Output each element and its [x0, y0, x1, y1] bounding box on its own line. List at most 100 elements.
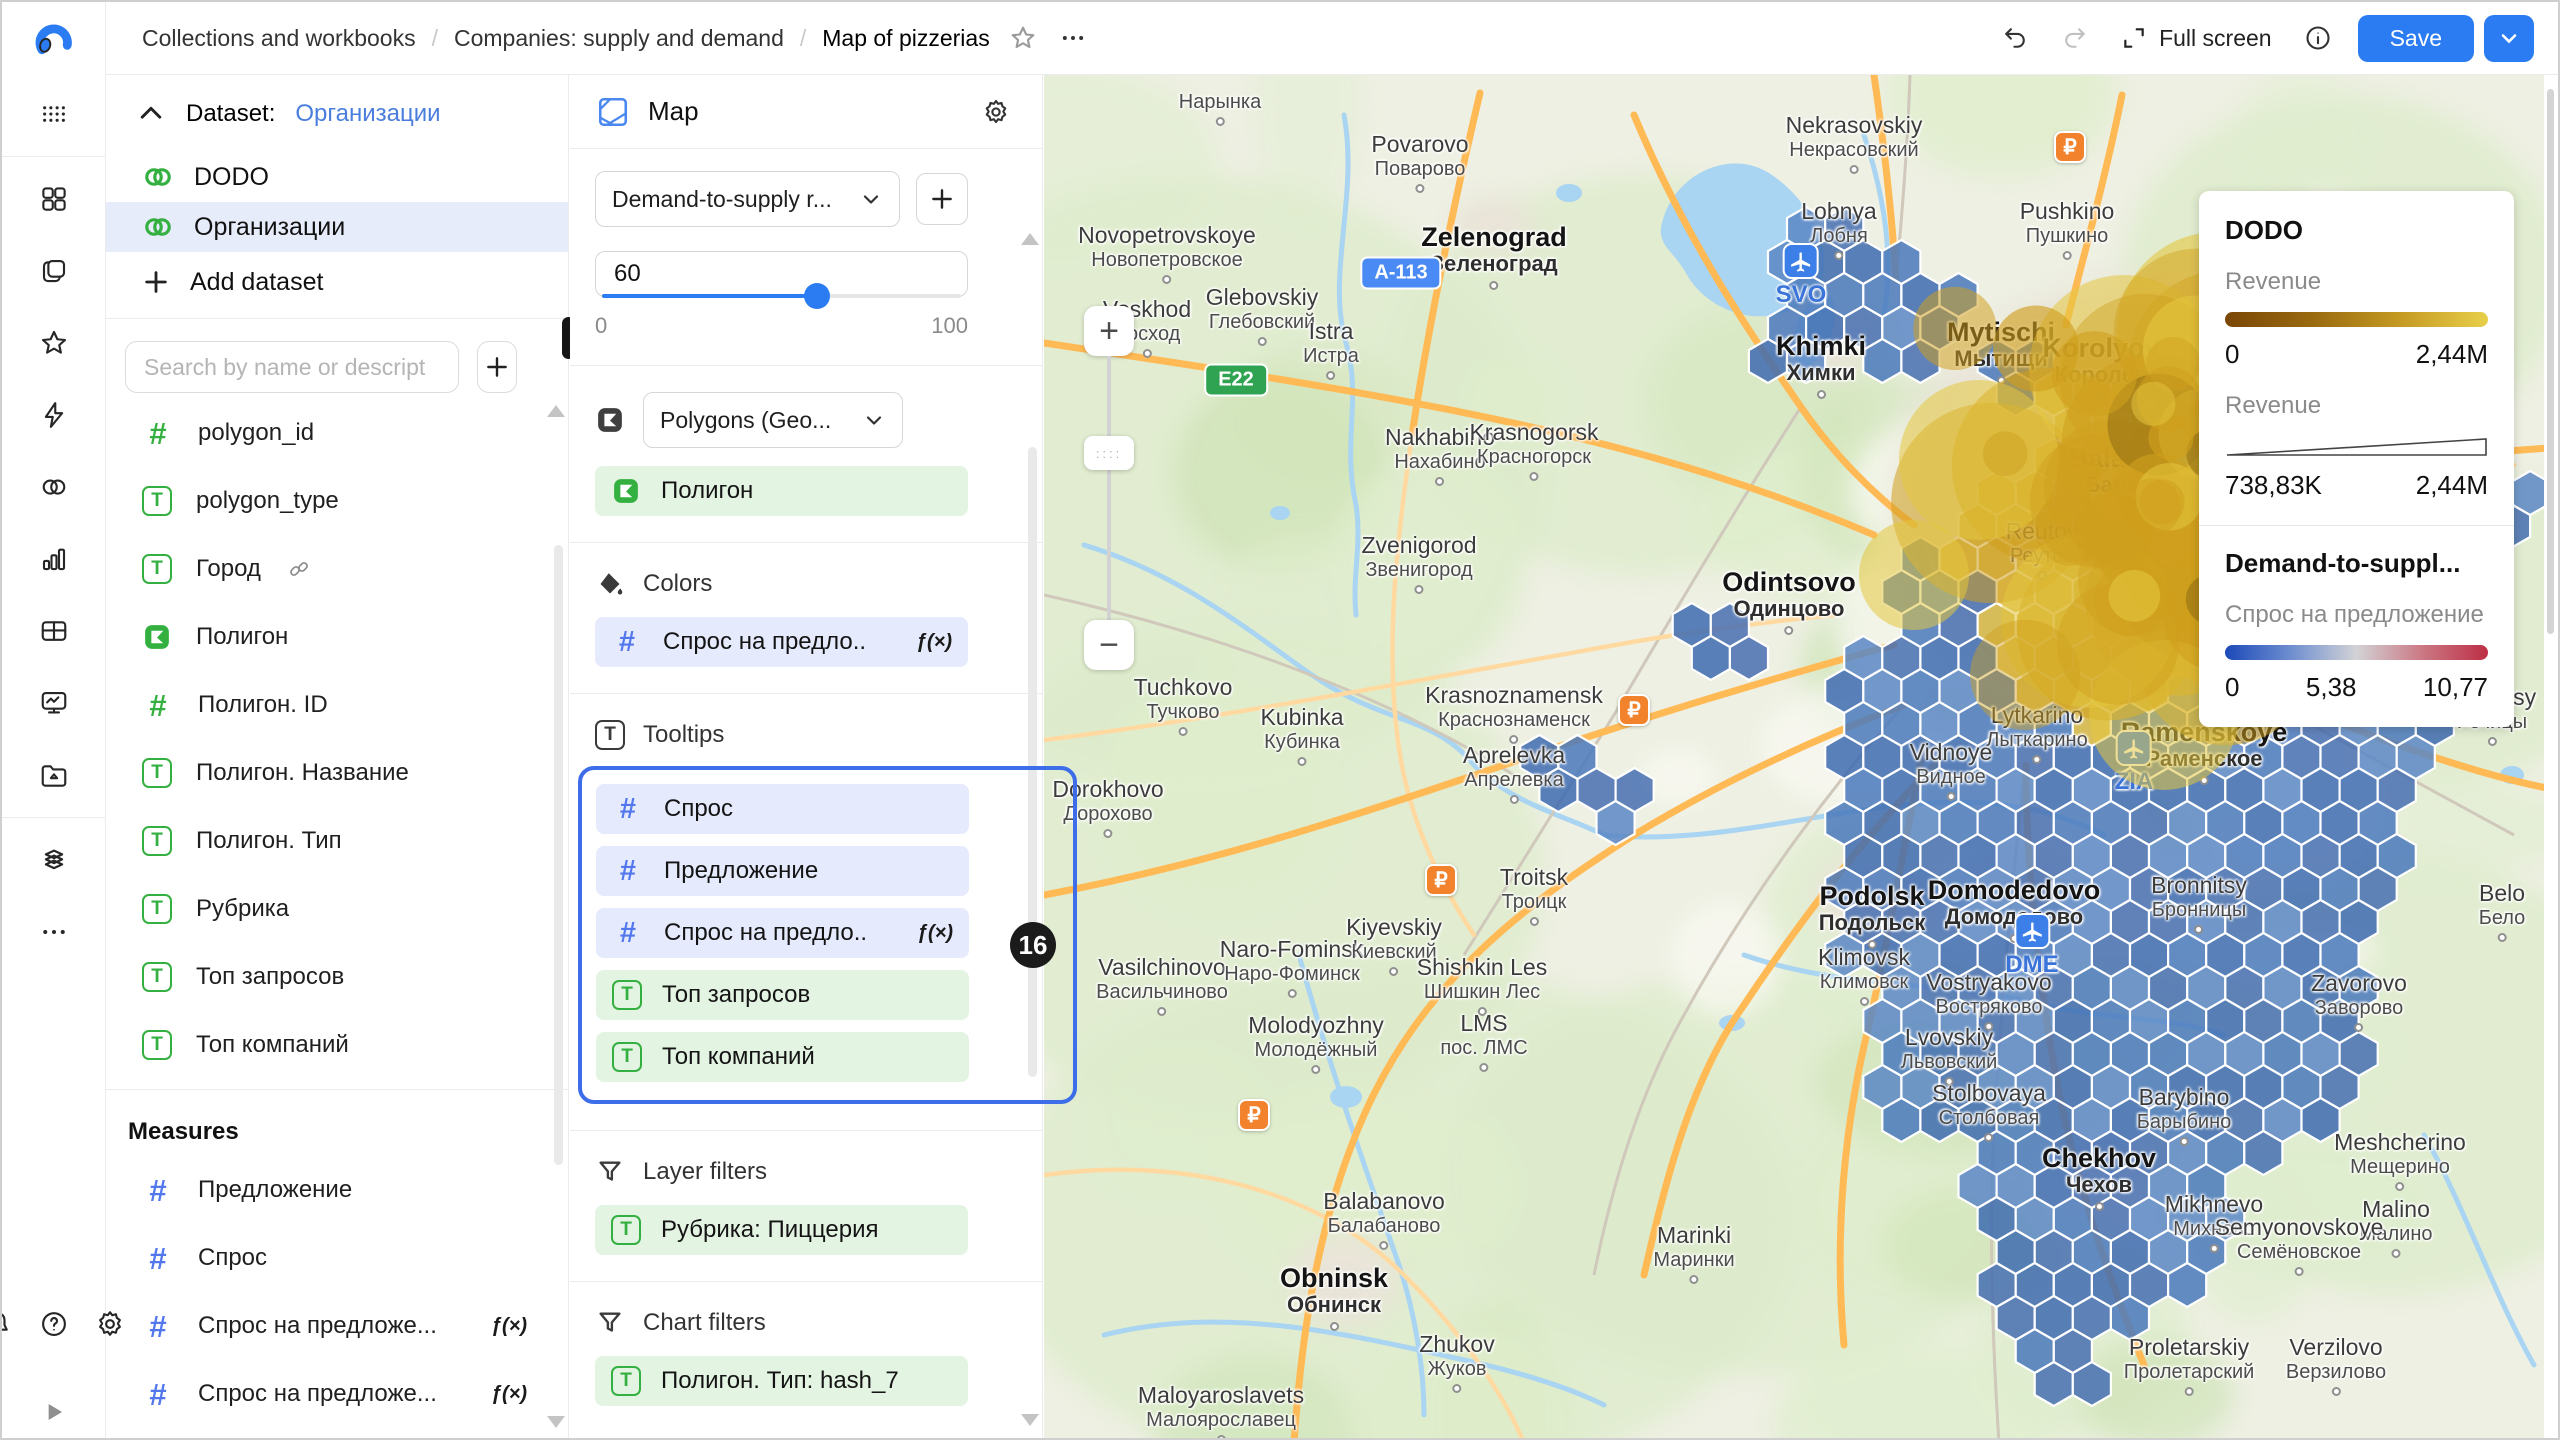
collapse-dataset-icon[interactable] [136, 99, 166, 129]
sidebar-item-more-ellipsis[interactable] [26, 904, 82, 960]
chart-filter-pill[interactable]: T Полигон. Тип: hash_7 [595, 1356, 968, 1406]
dataset-field-row[interactable]: TПолигон. Название [106, 739, 568, 807]
save-options-button[interactable] [2484, 15, 2534, 62]
breadcrumb-item[interactable]: Collections and workbooks [142, 25, 416, 52]
undo-icon[interactable] [1995, 18, 2035, 58]
dataset-measure-row[interactable]: #Спрос на предложе...ƒ(×) [106, 1360, 568, 1428]
revenue-bubble[interactable] [2083, 520, 2127, 564]
layer-filter-pill[interactable]: T Рубрика: Пиццерия [595, 1205, 968, 1255]
scroll-up-icon[interactable] [547, 405, 565, 417]
zoom-in-button[interactable]: + [1084, 306, 1134, 356]
dataset-field-row[interactable]: TТоп компаний [106, 1011, 568, 1079]
sidebar-item-datasets-circles[interactable] [26, 459, 82, 515]
geotype-value: Polygons (Geo... [660, 407, 831, 434]
layer-opacity-control[interactable]: 60 [595, 251, 968, 297]
fullscreen-button[interactable]: Full screen [2121, 25, 2271, 52]
dataset-link[interactable]: Организации [295, 100, 440, 128]
sidebar-item-all-services[interactable] [26, 86, 82, 142]
dataset-field-row[interactable]: TГород [106, 535, 568, 603]
tooltip-field-pill[interactable]: TТоп запросов [596, 970, 969, 1020]
sidebar-item-collections-grid[interactable] [26, 171, 82, 227]
dataset-field-row[interactable]: Полигон [106, 603, 568, 671]
sidebar-item-workbooks-copy[interactable] [26, 243, 82, 299]
add-field-button[interactable] [477, 341, 517, 393]
gear-icon[interactable] [976, 92, 1016, 132]
dataset-scrollbar[interactable] [554, 545, 563, 1165]
scroll-down-icon[interactable] [1021, 1414, 1039, 1426]
datalens-logo[interactable] [26, 14, 82, 70]
dataset-field-row[interactable]: #Полигон. ID [106, 671, 568, 739]
plus-icon [484, 354, 510, 380]
scroll-down-icon[interactable] [547, 1416, 565, 1428]
revenue-bubble[interactable] [2131, 382, 2175, 426]
tooltip-field-pill[interactable]: #Спрос [596, 784, 969, 834]
dataset-measure-row[interactable]: #Спрос на предложе...ƒ(×) [106, 1292, 568, 1360]
breadcrumb-item[interactable]: Companies: supply and demand [454, 25, 784, 52]
sidebar-item-notifications-bell[interactable] [0, 1296, 26, 1352]
expand-icon [2121, 25, 2147, 51]
dataset-item[interactable]: DODO [106, 152, 568, 202]
sidebar-item-dashboards-monitor[interactable] [26, 675, 82, 731]
revenue-bubble[interactable] [1983, 431, 2028, 476]
sidebar-item-help-question[interactable] [26, 1296, 82, 1352]
redo-icon[interactable] [2055, 18, 2095, 58]
dataset-measure-row[interactable]: #Предложение [106, 1156, 568, 1224]
dataset-field-row[interactable]: TРубрика [106, 875, 568, 943]
sidebar-item-favorites-star[interactable] [26, 315, 82, 371]
field-name: Рубрика: Пиццерия [661, 1216, 878, 1244]
geotype-select[interactable]: Polygons (Geo... [643, 392, 903, 448]
dataset-field-row[interactable]: TПолигон. Тип [106, 807, 568, 875]
measure-icon: # [142, 1379, 174, 1410]
field-name: Спрос на предложе... [198, 1380, 437, 1408]
legend-color-min: 0 [2225, 339, 2239, 370]
add-layer-button[interactable] [916, 173, 968, 225]
map-canvas[interactable]: НарынкаPovarovoПоваровоZelenogradЗеленог… [1044, 75, 2544, 1438]
sidebar-item-quick-lightning[interactable] [26, 387, 82, 443]
sidebar-item-charts-bars[interactable] [26, 531, 82, 587]
revenue-bubble[interactable] [2140, 479, 2185, 524]
measures-heading: Measures [106, 1090, 568, 1156]
add-dataset-button[interactable]: Add dataset [106, 256, 568, 308]
page-scrollbar[interactable] [2544, 75, 2558, 1438]
info-icon[interactable] [2298, 18, 2338, 58]
sidebar-item-stack-3d[interactable] [26, 832, 82, 888]
revenue-bubble[interactable] [1970, 620, 2080, 730]
dataset-field-row[interactable]: Tpolygon_type [106, 467, 568, 535]
dataset-measure-row[interactable]: #Спрос [106, 1224, 568, 1292]
more-options-icon[interactable] [1056, 21, 1090, 55]
revenue-bubble[interactable] [2109, 570, 2161, 622]
opacity-value: 60 [614, 260, 641, 288]
sidebar-item-gallery-folder[interactable] [26, 747, 82, 803]
step-badge: 16 [1010, 922, 1056, 968]
dataset-field-row[interactable]: #polygon_id [106, 399, 568, 467]
zoom-out-button[interactable]: − [1084, 620, 1134, 670]
chevron-down-icon [862, 408, 886, 432]
scroll-up-icon[interactable] [1021, 233, 1039, 245]
sidebar-item-tables-grid[interactable] [26, 603, 82, 659]
zoom-track[interactable] [1107, 356, 1111, 620]
dataset-item[interactable]: Организации [106, 202, 568, 252]
revenue-bubble[interactable] [1913, 287, 1996, 370]
search-input[interactable] [125, 341, 459, 393]
dataset-field-row[interactable]: TТоп запросов [106, 943, 568, 1011]
layer-select[interactable]: Demand-to-supply r... [595, 171, 900, 227]
opacity-slider[interactable] [602, 293, 961, 299]
slider-knob[interactable] [804, 283, 830, 309]
sidebar-item-settings-gear[interactable] [82, 1296, 138, 1352]
revenue-bubble[interactable] [2056, 450, 2100, 494]
breadcrumb-separator: / [800, 25, 806, 52]
divider [570, 1281, 1042, 1282]
save-button[interactable]: Save [2358, 15, 2474, 62]
favorite-star-icon[interactable] [1006, 21, 1040, 55]
tooltip-field-pill[interactable]: TТоп компаний [596, 1032, 969, 1082]
left-rail [2, 2, 106, 1438]
geopolygon-field-pill[interactable]: Полигон [595, 466, 968, 516]
breadcrumb-item[interactable]: Map of pizzerias [822, 25, 989, 52]
revenue-bubble[interactable] [2052, 331, 2137, 416]
colors-field-pill[interactable]: # Спрос на предло... ƒ(×) [595, 617, 968, 667]
zoom-handle[interactable]: :::: [1084, 436, 1134, 470]
revenue-bubble[interactable] [1859, 520, 1969, 630]
collapse-rail-icon[interactable] [38, 1396, 70, 1428]
tooltip-field-pill[interactable]: #Спрос на предло...ƒ(×) [596, 908, 969, 958]
tooltip-field-pill[interactable]: #Предложение [596, 846, 969, 896]
